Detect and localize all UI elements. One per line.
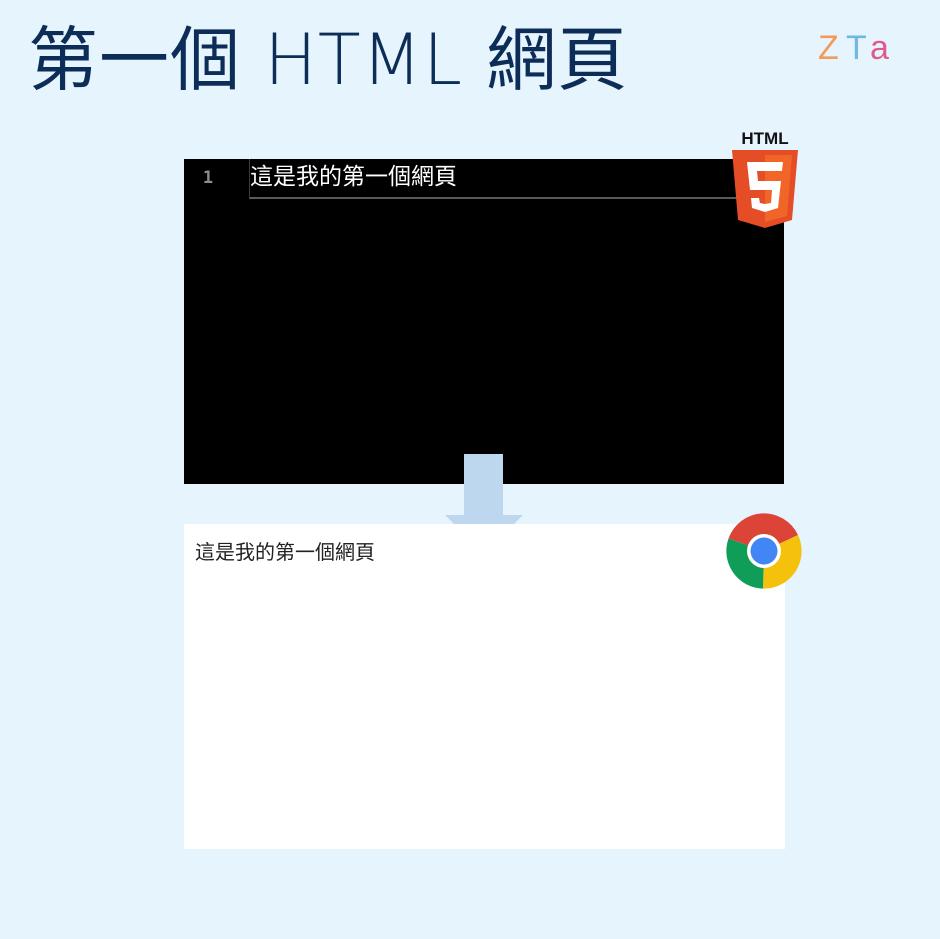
browser-viewport: 這是我的第一個網頁 (184, 524, 785, 849)
zta-logo: Z T a (818, 29, 889, 66)
page-title: 第一個 HTML 網頁 (28, 19, 629, 101)
browser-content: 這是我的第一個網頁 (195, 540, 375, 564)
code-text: 這是我的第一個網頁 (250, 164, 457, 190)
svg-text:a: a (870, 29, 889, 66)
svg-text:Z: Z (818, 29, 841, 66)
line-number: 1 (202, 168, 214, 188)
svg-text:T: T (846, 29, 867, 66)
html5-icon: HTML (732, 129, 798, 228)
chrome-icon (726, 513, 802, 589)
code-editor: 1 這是我的第一個網頁 (184, 159, 784, 484)
html5-label: HTML (741, 129, 788, 148)
code-line[interactable]: 這是我的第一個網頁 (249, 159, 750, 199)
